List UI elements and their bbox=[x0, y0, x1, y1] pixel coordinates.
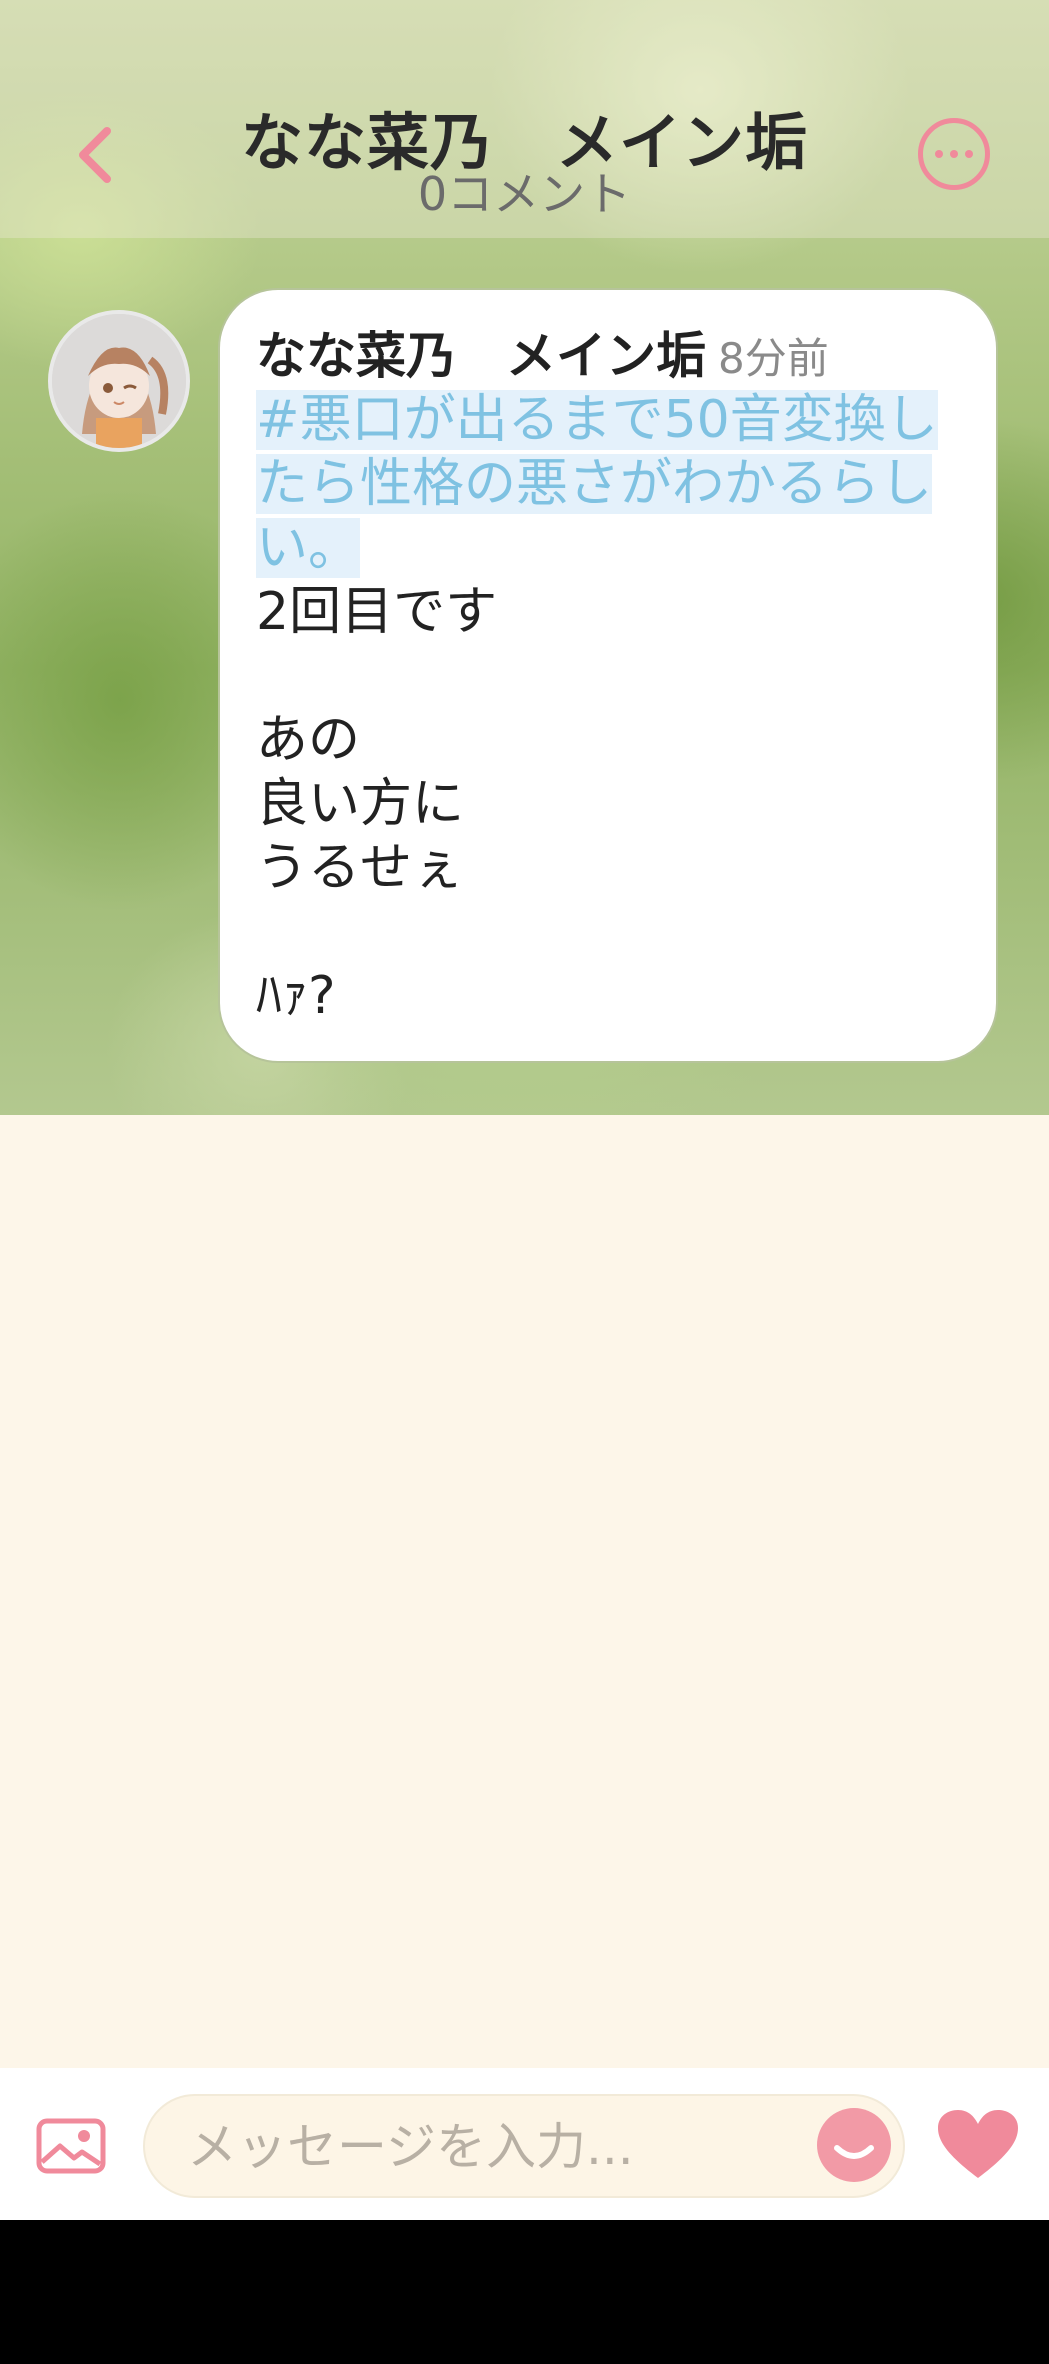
message-line bbox=[256, 900, 960, 964]
smile-icon bbox=[834, 2145, 874, 2159]
heart-icon bbox=[938, 2110, 1018, 2178]
message-line: ﾊｧ? bbox=[256, 966, 336, 1026]
hashtag-text: #悪口が出るまで50音変換したら性格の悪さがわかるらしい。 bbox=[256, 390, 938, 578]
comment-count: 0コメント bbox=[417, 167, 632, 221]
more-horizontal-icon bbox=[935, 150, 943, 158]
image-icon bbox=[36, 2118, 106, 2174]
avatar-illustration bbox=[52, 314, 186, 448]
like-button[interactable] bbox=[936, 2108, 1020, 2182]
message-header: なな菜乃 メイン垢 8分前 bbox=[256, 316, 960, 388]
message-line: 2回目です bbox=[256, 582, 498, 642]
message-line: 良い方に bbox=[256, 774, 465, 834]
message-bubble: なな菜乃 メイン垢 8分前 #悪口が出るまで50音変換したら性格の悪さがわかるら… bbox=[218, 288, 998, 1063]
attach-image-button[interactable] bbox=[36, 2118, 106, 2174]
hashtag-link[interactable]: #悪口が出るまで50音変換したら性格の悪さがわかるらしい。 bbox=[256, 388, 960, 580]
header: なな菜乃 メイン垢 0コメント bbox=[0, 0, 1049, 238]
author-name[interactable]: なな菜乃 メイン垢 bbox=[256, 316, 706, 388]
system-nav-bar bbox=[0, 2220, 1049, 2364]
timestamp: 8分前 bbox=[718, 334, 829, 383]
message-input[interactable] bbox=[185, 2096, 749, 2198]
message-input-container bbox=[143, 2094, 905, 2198]
message-line bbox=[256, 644, 960, 708]
message-line: あの bbox=[256, 710, 361, 770]
avatar[interactable] bbox=[48, 310, 190, 452]
more-button[interactable] bbox=[918, 118, 990, 190]
message-line: うるせぇ bbox=[256, 838, 465, 898]
emoji-button[interactable] bbox=[817, 2108, 891, 2182]
composer-bar bbox=[0, 2068, 1049, 2220]
